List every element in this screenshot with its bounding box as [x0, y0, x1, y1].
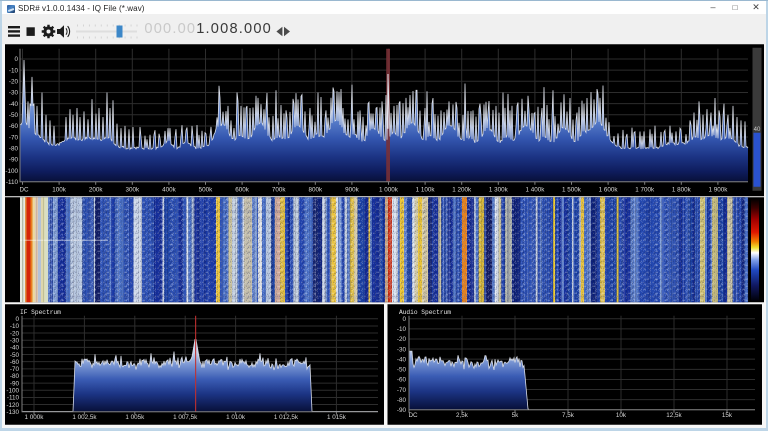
svg-text:-10: -10 [9, 67, 19, 74]
svg-text:40: 40 [754, 126, 761, 132]
svg-text:-40: -40 [397, 356, 407, 363]
svg-text:-50: -50 [9, 111, 19, 118]
svg-text:-90: -90 [9, 156, 19, 163]
svg-text:-10: -10 [397, 326, 407, 333]
svg-text:Audio Spectrum: Audio Spectrum [399, 308, 451, 315]
svg-text:1 600k: 1 600k [599, 186, 619, 193]
svg-text:500k: 500k [199, 186, 214, 193]
svg-text:-60: -60 [9, 123, 19, 130]
svg-text:-130: -130 [6, 408, 19, 415]
svg-text:12,5k: 12,5k [666, 411, 682, 418]
svg-text:-120: -120 [6, 401, 19, 408]
svg-text:1 700k: 1 700k [635, 186, 655, 193]
svg-text:1 300k: 1 300k [489, 186, 509, 193]
svg-text:-80: -80 [9, 145, 19, 152]
svg-text:-20: -20 [9, 78, 19, 85]
svg-text:1 500k: 1 500k [562, 186, 582, 193]
svg-text:0: 0 [14, 56, 18, 63]
svg-text:700k: 700k [272, 186, 287, 193]
svg-text:900k: 900k [345, 186, 360, 193]
svg-text:-10: -10 [10, 323, 20, 330]
svg-text:-60: -60 [10, 358, 20, 365]
svg-text:10k: 10k [616, 411, 627, 418]
svg-text:-30: -30 [10, 337, 20, 344]
svg-text:DC: DC [408, 411, 418, 418]
svg-text:-100: -100 [5, 167, 18, 174]
svg-text:-40: -40 [9, 100, 19, 107]
svg-text:2,5k: 2,5k [456, 411, 469, 418]
svg-text:-70: -70 [10, 366, 20, 373]
svg-text:1 015k: 1 015k [327, 413, 347, 420]
svg-text:1 007,5k: 1 007,5k [173, 413, 198, 420]
svg-text:-60: -60 [397, 376, 407, 383]
svg-text:-90: -90 [397, 406, 407, 413]
svg-text:-30: -30 [397, 346, 407, 353]
svg-text:-80: -80 [10, 373, 20, 380]
svg-text:-30: -30 [9, 89, 19, 96]
svg-text:7,5k: 7,5k [562, 411, 575, 418]
svg-text:1 010k: 1 010k [226, 413, 246, 420]
svg-text:-40: -40 [10, 344, 20, 351]
svg-text:0: 0 [402, 315, 406, 322]
svg-text:-80: -80 [397, 396, 407, 403]
svg-text:300k: 300k [125, 186, 140, 193]
svg-text:-110: -110 [6, 178, 19, 185]
svg-text:1 100k: 1 100k [416, 186, 436, 193]
svg-text:0: 0 [15, 315, 19, 322]
svg-text:-110: -110 [7, 394, 20, 401]
svg-text:-50: -50 [10, 351, 20, 358]
svg-text:1 000k: 1 000k [379, 186, 399, 193]
svg-text:1 005k: 1 005k [125, 413, 145, 420]
svg-text:1 400k: 1 400k [525, 186, 545, 193]
svg-text:-100: -100 [6, 387, 19, 394]
svg-text:1 900k: 1 900k [708, 186, 728, 193]
svg-text:-70: -70 [397, 386, 407, 393]
svg-text:600k: 600k [235, 186, 250, 193]
svg-text:100k: 100k [52, 186, 67, 193]
svg-text:DC: DC [19, 186, 29, 193]
svg-text:1 002,5k: 1 002,5k [72, 413, 97, 420]
svg-text:15k: 15k [722, 411, 733, 418]
svg-text:5k: 5k [512, 411, 520, 418]
svg-text:800k: 800k [308, 186, 323, 193]
svg-text:1 800k: 1 800k [672, 186, 692, 193]
svg-text:-50: -50 [397, 366, 407, 373]
svg-text:1 012,5k: 1 012,5k [274, 413, 299, 420]
svg-text:1 000k: 1 000k [25, 413, 45, 420]
svg-text:-20: -20 [10, 330, 20, 337]
svg-text:IF Spectrum: IF Spectrum [20, 308, 61, 315]
svg-text:1 200k: 1 200k [452, 186, 472, 193]
svg-text:-90: -90 [10, 380, 20, 387]
svg-text:200k: 200k [89, 186, 104, 193]
svg-text:-20: -20 [397, 336, 407, 343]
svg-text:-70: -70 [9, 134, 19, 141]
svg-text:400k: 400k [162, 186, 177, 193]
